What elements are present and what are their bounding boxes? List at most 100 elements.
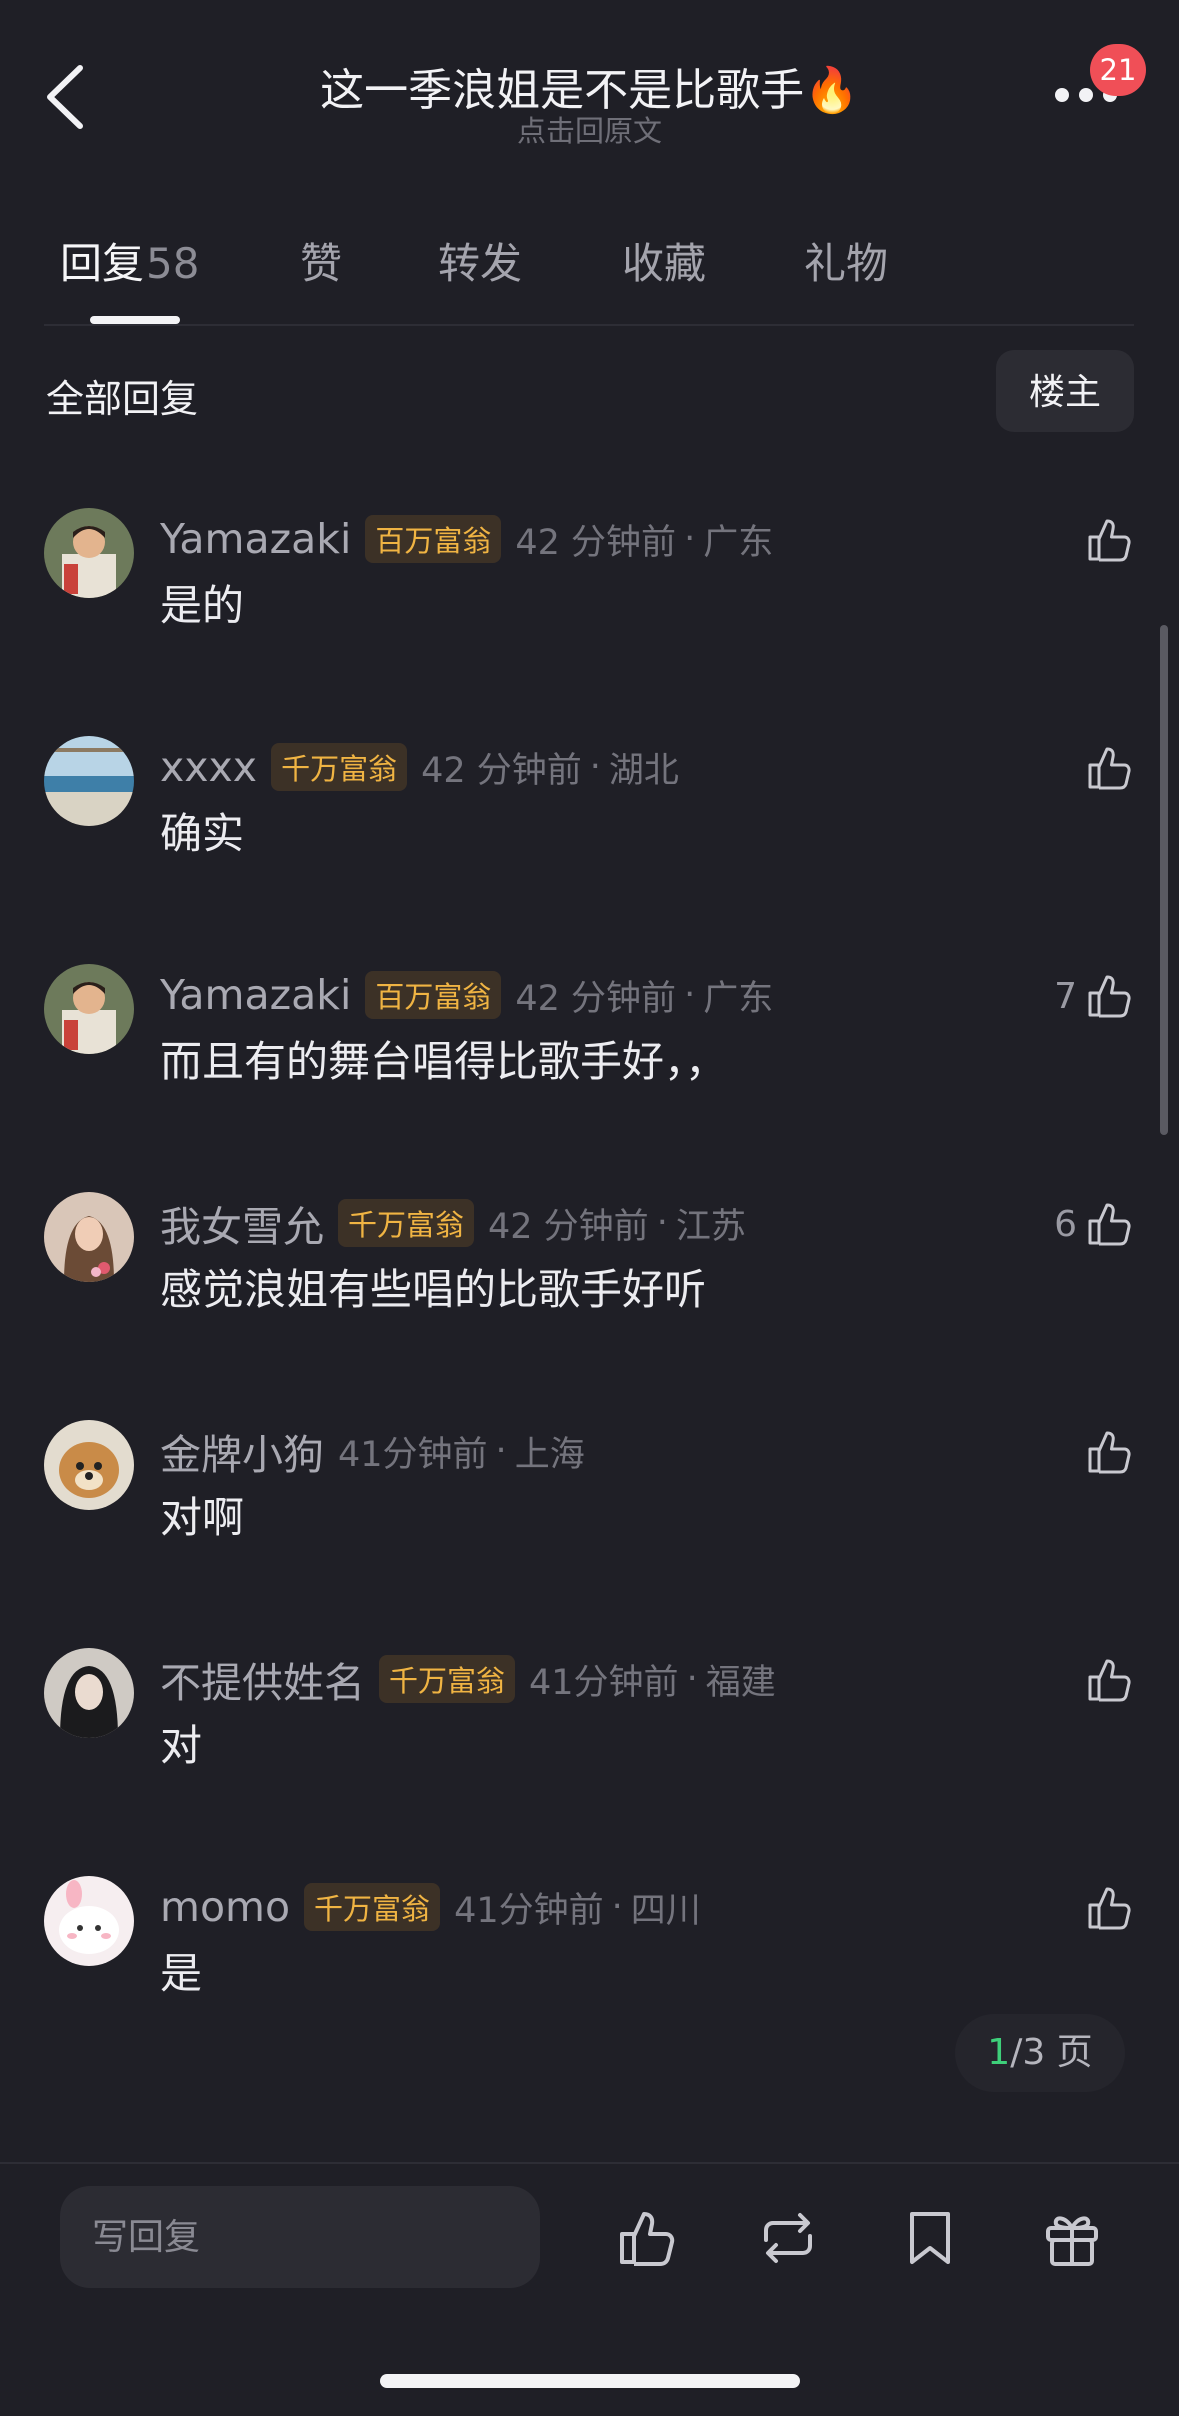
comment-item[interactable]: Yamazaki 百万富翁 42 分钟前 · 广东而且有的舞台唱得比歌手好，， 7 xyxy=(0,964,1179,1192)
location: 广东 xyxy=(703,978,774,1019)
location: 江苏 xyxy=(675,1206,746,1247)
username[interactable]: 不提供姓名 xyxy=(160,1649,365,1709)
comment-meta: momo 千万富翁 41分钟前 · 四川 xyxy=(160,1880,701,1934)
like-count: 6 xyxy=(1054,1203,1077,1245)
total-pages: /3 页 xyxy=(1010,2032,1093,2073)
location: 广东 xyxy=(703,522,774,563)
like-button[interactable] xyxy=(1085,742,1135,794)
meta-separator: · xyxy=(611,1887,623,1927)
scrollbar[interactable] xyxy=(1160,625,1168,1135)
meta-separator: · xyxy=(495,1431,507,1471)
tab-replies[interactable]: 回复58 xyxy=(60,230,199,291)
current-page: 1 xyxy=(987,2032,1011,2073)
thumbs-up-icon[interactable] xyxy=(1085,743,1135,793)
tab-favorites[interactable]: 收藏 xyxy=(622,230,706,291)
comment-item[interactable]: momo千万富翁42 分钟前·浙江是 xyxy=(0,440,1179,508)
timestamp: 42 分钟前 xyxy=(421,750,582,791)
thumbs-up-icon[interactable] xyxy=(1085,1199,1135,1249)
avatar[interactable] xyxy=(44,1192,134,1282)
comment-text: 是的 xyxy=(160,581,245,630)
like-button[interactable] xyxy=(1085,514,1135,566)
thumbs-up-icon[interactable] xyxy=(1085,971,1135,1021)
timestamp: 42 分钟前 xyxy=(515,978,677,1019)
tab-replies-count: 58 xyxy=(146,239,200,288)
page-indicator[interactable]: 1/3 页 xyxy=(955,2014,1125,2092)
username[interactable]: momo xyxy=(160,1883,290,1931)
comment-item[interactable]: Yamazaki 百万富翁 42 分钟前 · 广东 是的 xyxy=(0,508,1179,736)
username[interactable]: Yamazaki xyxy=(160,515,351,563)
repost-icon[interactable] xyxy=(756,2206,820,2270)
tab-likes[interactable]: 赞 xyxy=(300,230,342,291)
wealth-badge: 千万富翁 xyxy=(379,1655,516,1703)
like-button[interactable]: 7 xyxy=(1054,970,1135,1022)
location: 上海 xyxy=(514,1434,585,1475)
wealth-badge: 千万富翁 xyxy=(304,1883,441,1931)
comment-text: 确实 xyxy=(160,809,245,858)
comment-meta: 不提供姓名 千万富翁 41分钟前 · 福建 xyxy=(160,1649,776,1709)
wealth-badge: 千万富翁 xyxy=(338,1199,475,1247)
thumbs-up-icon[interactable] xyxy=(1085,1655,1135,1705)
username[interactable]: 金牌小狗 xyxy=(160,1421,324,1481)
meta-separator: · xyxy=(589,747,601,787)
like-button[interactable] xyxy=(1085,1654,1135,1706)
location: 四川 xyxy=(630,1890,701,1931)
username[interactable]: 我女雪允 xyxy=(160,1193,324,1253)
reply-input[interactable] xyxy=(60,2186,540,2288)
active-tab-indicator xyxy=(90,316,180,324)
wealth-badge: 百万富翁 xyxy=(365,515,502,563)
avatar[interactable] xyxy=(44,508,134,598)
comment-text: 是 xyxy=(160,1949,203,1998)
location: 福建 xyxy=(705,1662,776,1703)
timestamp: 41分钟前 xyxy=(529,1662,679,1703)
comment-item[interactable]: xxxx 千万富翁 42 分钟前 · 湖北确实 xyxy=(0,736,1179,964)
avatar[interactable] xyxy=(44,964,134,1054)
wealth-badge: 百万富翁 xyxy=(365,971,502,1019)
comment-text: 而且有的舞台唱得比歌手好，， xyxy=(160,1037,728,1086)
thumbs-up-icon[interactable] xyxy=(1085,1427,1135,1477)
location: 湖北 xyxy=(608,750,679,791)
comment-item[interactable]: 我女雪允 千万富翁 42 分钟前 · 江苏感觉浪姐有些唱的比歌手好听 6 xyxy=(0,1192,1179,1420)
avatar[interactable] xyxy=(44,1420,134,1510)
comment-text: 对啊 xyxy=(160,1493,245,1542)
like-button[interactable] xyxy=(1085,1882,1135,1934)
comment-meta: 金牌小狗 41分钟前 · 上海 xyxy=(160,1421,585,1481)
comment-meta: 我女雪允 千万富翁 42 分钟前 · 江苏 xyxy=(160,1193,746,1253)
tabs-divider xyxy=(44,324,1134,326)
meta-separator: · xyxy=(684,975,696,1015)
like-button[interactable]: 6 xyxy=(1054,1198,1135,1250)
comment-text: 感觉浪姐有些唱的比歌手好听 xyxy=(160,1265,707,1314)
comment-meta: Yamazaki 百万富翁 42 分钟前 · 广东 xyxy=(160,968,773,1022)
comment-item[interactable]: 金牌小狗 41分钟前 · 上海对啊 xyxy=(0,1420,1179,1648)
wealth-badge: 千万富翁 xyxy=(271,743,408,791)
meta-separator: · xyxy=(686,1659,698,1699)
tab-reposts[interactable]: 转发 xyxy=(438,230,522,291)
timestamp: 41分钟前 xyxy=(338,1434,488,1475)
op-only-button[interactable]: 楼主 xyxy=(996,350,1134,432)
all-replies-heading: 全部回复 xyxy=(46,377,199,421)
comment-meta: Yamazaki 百万富翁 42 分钟前 · 广东 xyxy=(160,512,773,566)
like-icon[interactable] xyxy=(614,2206,678,2270)
comment-item[interactable]: 不提供姓名 千万富翁 41分钟前 · 福建对 xyxy=(0,1648,1179,1876)
tab-gifts[interactable]: 礼物 xyxy=(804,230,888,291)
meta-separator: · xyxy=(684,519,696,559)
avatar[interactable] xyxy=(44,1876,134,1966)
notification-badge: 21 xyxy=(1090,44,1146,96)
back-to-original-link[interactable]: 点击回原文 xyxy=(0,108,1179,150)
bookmark-icon[interactable] xyxy=(898,2206,962,2270)
thumbs-up-icon[interactable] xyxy=(1085,1883,1135,1933)
comment-list[interactable]: momo千万富翁42 分钟前·浙江是Yamazaki百万富翁42 分钟前·广东是… xyxy=(0,440,1179,2160)
tab-replies-label: 回复 xyxy=(60,239,145,288)
avatar[interactable] xyxy=(44,1648,134,1738)
like-count: 7 xyxy=(1054,975,1077,1017)
like-button[interactable] xyxy=(1085,1426,1135,1478)
home-indicator[interactable] xyxy=(380,2374,800,2388)
meta-separator: · xyxy=(656,1203,668,1243)
comment-text: 对 xyxy=(160,1721,203,1770)
thumbs-up-icon[interactable] xyxy=(1085,515,1135,565)
gift-icon[interactable] xyxy=(1040,2206,1104,2270)
timestamp: 41分钟前 xyxy=(454,1890,604,1931)
timestamp: 42 分钟前 xyxy=(488,1206,649,1247)
avatar[interactable] xyxy=(44,736,134,826)
username[interactable]: xxxx xyxy=(160,743,257,791)
username[interactable]: Yamazaki xyxy=(160,971,351,1019)
